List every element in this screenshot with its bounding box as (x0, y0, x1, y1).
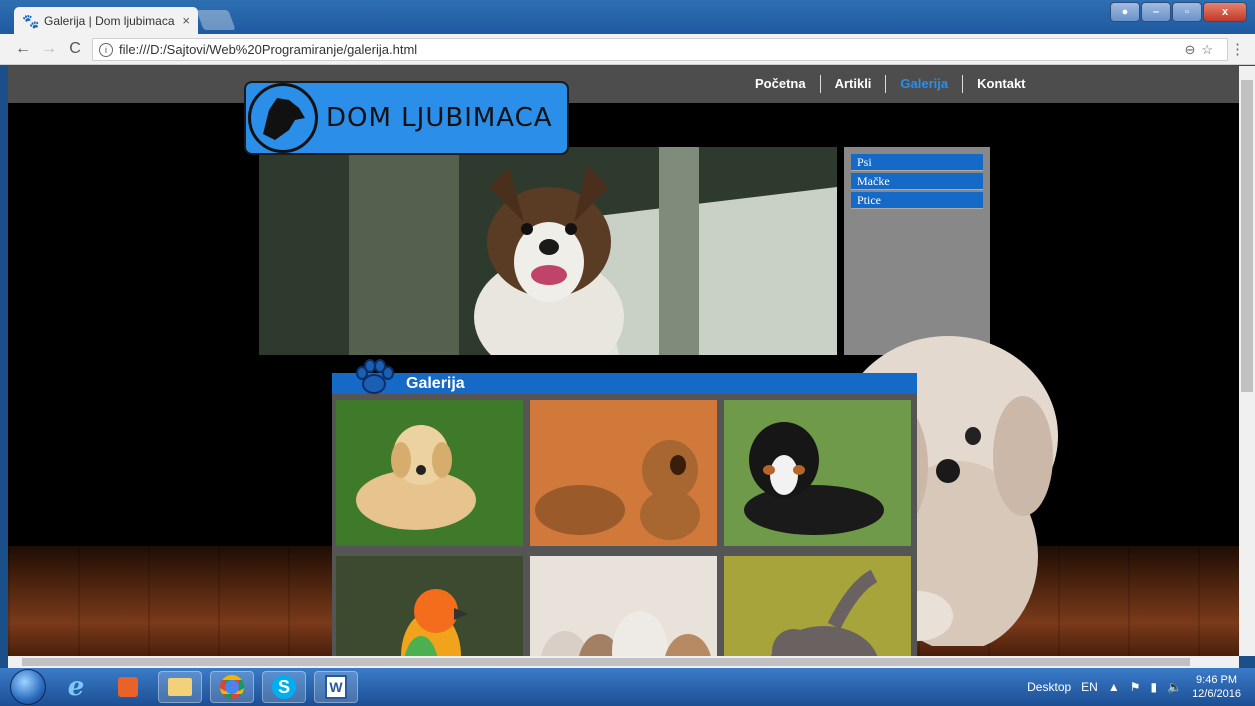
close-window-button[interactable]: x (1203, 2, 1247, 22)
tab-title: Galerija | Dom ljubimaca (44, 13, 175, 28)
url-text: file:///D:/Sajtovi/Web%20Programiranje/g… (119, 42, 418, 57)
nav-item-galerija[interactable]: Galerija (885, 75, 962, 93)
paw-favicon-icon: 🐾 (22, 12, 40, 29)
gallery-panel: Galerija (332, 358, 917, 656)
windows-taskbar: e S W Desktop EN ▲ ⚑ ▮ 🔈 9:46 PM 12/6/20… (0, 668, 1255, 706)
action-center-icon[interactable]: ⚑ (1130, 680, 1141, 694)
window-controls: ● – ▫ x (1110, 2, 1247, 22)
horizontal-scroll-thumb[interactable] (22, 658, 1190, 666)
dog-head-logo-icon (248, 83, 318, 153)
language-indicator[interactable]: EN (1081, 680, 1098, 694)
browser-tab[interactable]: 🐾 Galerija | Dom ljubimaca × (14, 7, 198, 34)
forward-button[interactable]: → (38, 40, 60, 58)
gallery-header: Galerija (332, 358, 917, 394)
file-explorer-icon[interactable] (158, 671, 202, 703)
info-icon[interactable]: i (99, 42, 113, 57)
volume-icon[interactable]: 🔈 (1167, 680, 1182, 694)
clock-date: 12/6/2016 (1192, 688, 1241, 700)
vertical-scrollbar[interactable] (1239, 66, 1255, 656)
internet-explorer-icon[interactable]: e (54, 671, 98, 703)
gallery-photo-bernese-puppy[interactable] (724, 400, 911, 546)
address-bar[interactable]: i file:///D:/Sajtovi/Web%20Programiranje… (92, 38, 1228, 61)
vertical-scroll-thumb[interactable] (1241, 80, 1253, 392)
gallery-photo-golden-retriever[interactable] (336, 400, 523, 546)
word-icon[interactable]: W (314, 671, 358, 703)
reload-button[interactable]: C (64, 40, 86, 58)
network-icon[interactable]: ▮ (1151, 680, 1158, 694)
nav-item-kontakt[interactable]: Kontakt (962, 75, 1039, 93)
media-player-icon[interactable] (106, 671, 150, 703)
window-titlebar: 🐾 Galerija | Dom ljubimaca × ● – ▫ x (0, 0, 1255, 34)
minimize-button[interactable]: – (1141, 2, 1171, 22)
corgi-illustration (259, 147, 837, 355)
nav-item-pocetna[interactable]: Početna (741, 75, 820, 93)
paw-icon (356, 358, 394, 394)
side-menu-item-ptice[interactable]: Ptice (851, 192, 983, 209)
maximize-button[interactable]: ▫ (1172, 2, 1202, 22)
logo-text: DOM LJUBIMACA (326, 103, 553, 133)
side-menu-item-psi[interactable]: Psi (851, 154, 983, 171)
gallery-photo-cat[interactable] (724, 556, 911, 656)
new-tab-button[interactable] (196, 10, 236, 30)
skype-icon[interactable]: S (262, 671, 306, 703)
back-button[interactable]: ← (12, 40, 34, 58)
tab-close-icon[interactable]: × (182, 13, 190, 28)
site-nav: Početna Artikli Galerija Kontakt (741, 75, 1040, 93)
system-tray: Desktop EN ▲ ⚑ ▮ 🔈 9:46 PM 12/6/2016 (1027, 668, 1241, 706)
browser-toolbar: ← → C i file:///D:/Sajtovi/Web%20Program… (0, 34, 1255, 65)
gallery-photo-shar-pei[interactable] (530, 400, 717, 546)
nav-item-artikli[interactable]: Artikli (819, 75, 886, 93)
zoom-and-bookmark-icons[interactable]: ⊖☆ (1184, 42, 1219, 58)
hero-dog-image (259, 147, 837, 355)
gallery-title: Galerija (406, 374, 465, 392)
site-logo[interactable]: DOM LJUBIMACA (244, 81, 569, 155)
page-viewport: Početna Artikli Galerija Kontakt Psi Mač… (8, 66, 1239, 656)
desktop-toolbar-label[interactable]: Desktop (1027, 680, 1071, 694)
horizontal-scrollbar[interactable] (8, 656, 1239, 668)
tray-expand-icon[interactable]: ▲ (1108, 680, 1120, 694)
gallery-photo-parrot[interactable] (336, 556, 523, 656)
chrome-icon[interactable] (210, 671, 254, 703)
site-nav-bar: Početna Artikli Galerija Kontakt (8, 66, 1239, 103)
browser-menu-icon[interactable]: ⋮ (1230, 40, 1245, 58)
gallery-photo-kittens[interactable] (530, 556, 717, 656)
start-button[interactable] (10, 669, 46, 705)
clock[interactable]: 9:46 PM 12/6/2016 (1192, 673, 1241, 701)
user-icon[interactable]: ● (1110, 2, 1140, 22)
clock-time: 9:46 PM (1196, 674, 1238, 686)
side-menu-item-macke[interactable]: Mačke (851, 173, 983, 190)
